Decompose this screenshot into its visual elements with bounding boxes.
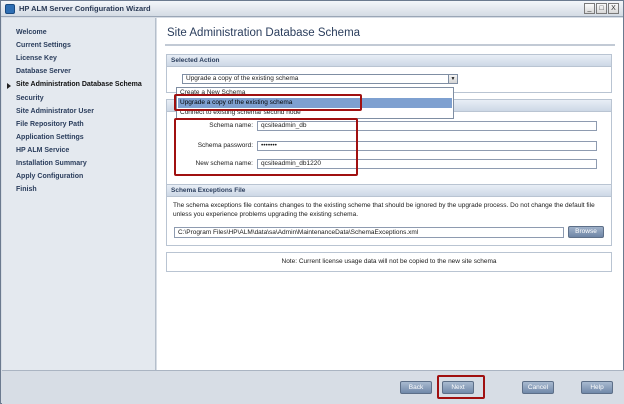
schema-exceptions-description: The schema exceptions file contains chan… bbox=[173, 202, 595, 218]
schema-exceptions-heading: Schema Exceptions File bbox=[167, 185, 611, 197]
selected-action-heading: Selected Action bbox=[167, 55, 611, 67]
window-title: HP ALM Server Configuration Wizard bbox=[19, 4, 151, 13]
title-divider bbox=[165, 44, 615, 46]
nav-step-finish: Finish bbox=[16, 186, 37, 193]
nav-step-application-settings: Application Settings bbox=[16, 134, 84, 141]
nav-step-installation-summary: Installation Summary bbox=[16, 160, 87, 167]
close-icon[interactable]: X bbox=[608, 3, 619, 14]
chevron-down-icon[interactable]: ▼ bbox=[448, 75, 457, 83]
nav-step-license-key: License Key bbox=[16, 55, 57, 62]
action-select[interactable]: Upgrade a copy of the existing schema ▼ bbox=[182, 74, 458, 84]
maximize-icon[interactable]: □ bbox=[596, 3, 607, 14]
wizard-window: HP ALM Server Configuration Wizard _ □ X… bbox=[0, 0, 624, 404]
window-controls: _ □ X bbox=[584, 3, 619, 14]
exceptions-file-path-field[interactable]: C:\Program Files\HP\ALM\data\sa\Admin\Ma… bbox=[174, 227, 564, 238]
nav-step-alm-service: HP ALM Service bbox=[16, 147, 70, 154]
browse-button[interactable]: Browse bbox=[568, 226, 604, 238]
action-select-value: Upgrade a copy of the existing schema bbox=[186, 75, 299, 82]
main-panel: Site Administration Database Schema Sele… bbox=[157, 18, 623, 370]
nav-step-current-settings: Current Settings bbox=[16, 42, 71, 49]
highlight-schema-fields bbox=[174, 118, 358, 176]
current-step-arrow-icon bbox=[7, 83, 11, 89]
schema-exceptions-group: Schema Exceptions File The schema except… bbox=[166, 184, 612, 246]
nav-step-site-admin-user: Site Administrator User bbox=[16, 108, 94, 115]
highlight-next-button bbox=[437, 375, 485, 399]
wizard-steps-sidebar: Welcome Current Settings License Key Dat… bbox=[2, 18, 156, 370]
nav-step-database-server: Database Server bbox=[16, 68, 71, 75]
back-button[interactable]: Back bbox=[400, 381, 432, 394]
wizard-footer: Back Next Cancel Help bbox=[2, 370, 624, 404]
nav-step-security: Security bbox=[16, 95, 44, 102]
nav-step-welcome: Welcome bbox=[16, 29, 47, 36]
help-button[interactable]: Help bbox=[581, 381, 613, 394]
hp-logo-icon bbox=[5, 4, 15, 14]
highlight-selected-option bbox=[174, 94, 362, 111]
nav-step-site-admin-schema: Site Administration Database Schema bbox=[16, 81, 142, 88]
title-bar: HP ALM Server Configuration Wizard _ □ X bbox=[1, 1, 623, 17]
license-usage-note: Note: Current license usage data will no… bbox=[166, 252, 612, 272]
minimize-icon[interactable]: _ bbox=[584, 3, 595, 14]
nav-step-apply-configuration: Apply Configuration bbox=[16, 173, 84, 180]
cancel-button[interactable]: Cancel bbox=[522, 381, 554, 394]
page-title: Site Administration Database Schema bbox=[167, 27, 361, 39]
nav-step-file-repository: File Repository Path bbox=[16, 121, 84, 128]
